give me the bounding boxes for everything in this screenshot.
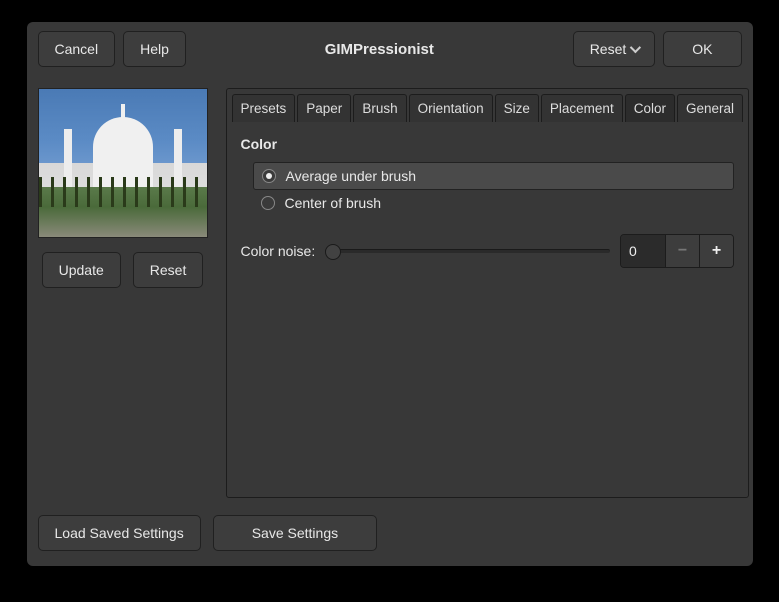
tab-orientation[interactable]: Orientation — [409, 94, 493, 122]
preview-buttons: Update Reset — [42, 252, 204, 288]
ok-button[interactable]: OK — [663, 31, 741, 67]
color-noise-label: Color noise: — [241, 243, 316, 259]
color-noise-spinbox: 0 − + — [620, 234, 734, 268]
reset-dropdown-button[interactable]: Reset — [573, 31, 656, 67]
update-button[interactable]: Update — [42, 252, 121, 288]
radio-center-label: Center of brush — [285, 195, 382, 211]
radio-row-average[interactable]: Average under brush — [253, 162, 735, 190]
color-radio-group: Average under brush Center of brush — [253, 162, 735, 216]
color-noise-slider[interactable] — [325, 249, 610, 253]
color-noise-value[interactable]: 0 — [621, 235, 665, 267]
color-section-title: Color — [241, 136, 735, 152]
radio-average-label: Average under brush — [286, 168, 417, 184]
tab-paper[interactable]: Paper — [297, 94, 351, 122]
minus-icon: − — [678, 242, 687, 260]
titlebar: Cancel Help GIMPressionist Reset OK — [38, 30, 742, 68]
tab-placement[interactable]: Placement — [541, 94, 623, 122]
radio-center[interactable] — [261, 196, 275, 210]
settings-column: Presets Paper Brush Orientation Size Pla… — [226, 88, 750, 498]
decrement-button[interactable]: − — [665, 235, 699, 267]
radio-average[interactable] — [262, 169, 276, 183]
color-noise-row: Color noise: 0 − + — [241, 234, 735, 268]
tab-size[interactable]: Size — [495, 94, 539, 122]
load-settings-button[interactable]: Load Saved Settings — [38, 515, 201, 551]
tab-strip: Presets Paper Brush Orientation Size Pla… — [227, 89, 749, 122]
radio-row-center[interactable]: Center of brush — [253, 190, 735, 216]
dialog-title: GIMPressionist — [194, 41, 565, 58]
tab-brush[interactable]: Brush — [353, 94, 406, 122]
reset-label: Reset — [590, 41, 627, 57]
preview-reset-button[interactable]: Reset — [133, 252, 204, 288]
gimpressionist-dialog: Cancel Help GIMPressionist Reset OK Upda… — [27, 22, 753, 566]
slider-thumb[interactable] — [325, 244, 341, 260]
tab-general[interactable]: General — [677, 94, 743, 122]
save-settings-button[interactable]: Save Settings — [213, 515, 377, 551]
help-button[interactable]: Help — [123, 31, 186, 67]
cancel-button[interactable]: Cancel — [38, 31, 116, 67]
plus-icon: + — [712, 242, 721, 260]
chevron-down-icon — [630, 42, 641, 53]
increment-button[interactable]: + — [699, 235, 733, 267]
preview-column: Update Reset — [38, 88, 208, 498]
tab-presets[interactable]: Presets — [232, 94, 296, 122]
tab-color[interactable]: Color — [625, 94, 675, 122]
tab-panel: Presets Paper Brush Orientation Size Pla… — [226, 88, 750, 498]
tab-body-color: Color Average under brush Center of brus… — [227, 122, 749, 497]
footer: Load Saved Settings Save Settings — [38, 515, 742, 551]
preview-image — [38, 88, 208, 238]
content-area: Update Reset Presets Paper Brush Orienta… — [38, 88, 742, 498]
